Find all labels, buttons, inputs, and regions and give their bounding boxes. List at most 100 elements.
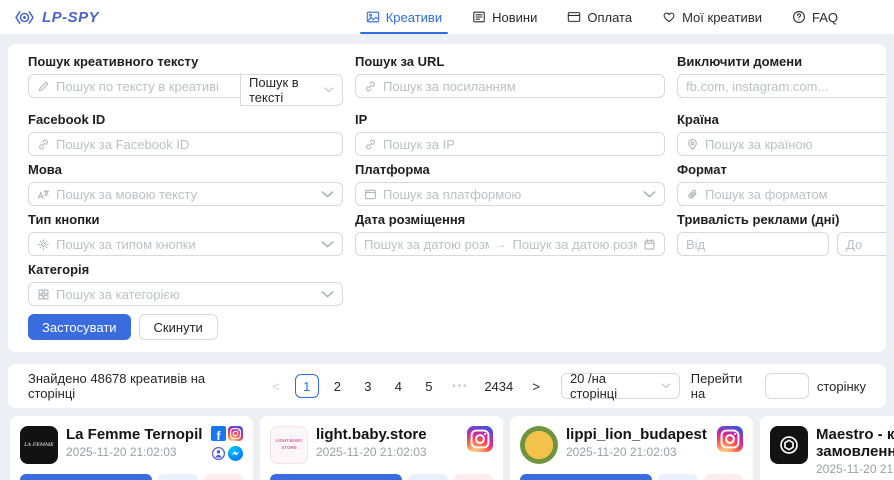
creative-card[interactable]: Maestro - кухні, ме замовлення в Ужг 202…: [760, 416, 894, 480]
page-button-2[interactable]: 2: [326, 374, 350, 398]
duration-to-wrap: [837, 232, 886, 256]
chevron-down-icon: [321, 288, 334, 301]
mode-select-value: Пошук в тексті: [249, 75, 318, 105]
page-button-3[interactable]: 3: [356, 374, 380, 398]
nav-item-creatives[interactable]: Креативи: [366, 0, 442, 34]
app-logo[interactable]: LP-SPY: [12, 9, 99, 26]
view-button[interactable]: [158, 474, 198, 480]
creative-text-input[interactable]: [56, 79, 232, 94]
language-input[interactable]: [56, 187, 315, 202]
button-type-select[interactable]: [28, 232, 343, 256]
field-country: Країна: [677, 112, 886, 156]
page-size-value: 20 /на сторінці: [570, 371, 655, 401]
favorite-button[interactable]: [454, 474, 494, 480]
url-input[interactable]: [383, 79, 656, 94]
field-creative-text: Пошук креативного тексту Пошук в тексті: [28, 54, 343, 106]
platform-input[interactable]: [383, 187, 637, 202]
view-button[interactable]: [658, 474, 698, 480]
grid-icon: [37, 288, 50, 301]
button-type-input[interactable]: [56, 237, 315, 252]
nav-label: Оплата: [587, 10, 632, 25]
format-input[interactable]: [705, 187, 886, 202]
field-language: Мова: [28, 162, 343, 206]
exclude-domains-input-wrap: [677, 74, 886, 98]
field-label: Країна: [677, 112, 886, 127]
category-input[interactable]: [56, 287, 315, 302]
page-button-4[interactable]: 4: [387, 374, 411, 398]
page-button-5[interactable]: 5: [417, 374, 441, 398]
page-ellipsis[interactable]: •••: [448, 381, 473, 392]
favorite-button[interactable]: [704, 474, 744, 480]
days-active-button[interactable]: 3 days: [270, 474, 402, 480]
avatar: LA FEMME: [20, 426, 58, 464]
instagram-icon: [467, 426, 493, 452]
arrow-right-icon: →: [495, 237, 507, 251]
date-from-input[interactable]: [364, 237, 489, 252]
calendar-icon: [643, 238, 656, 251]
nav-item-my-creatives[interactable]: Мої креативи: [662, 0, 762, 34]
credit-card-icon: [567, 10, 581, 24]
news-icon: [472, 10, 486, 24]
country-input-wrap: [677, 132, 886, 156]
field-label: Пошук креативного тексту: [28, 54, 343, 69]
messenger-icon: [228, 446, 243, 461]
page-button-1[interactable]: 1: [295, 374, 319, 398]
duration-from-input[interactable]: [686, 237, 820, 252]
maestro-logo-icon: [778, 434, 800, 456]
facebook-id-input[interactable]: [56, 137, 334, 152]
gear-icon: [37, 238, 50, 251]
ip-input[interactable]: [383, 137, 656, 152]
creative-card[interactable]: LA FEMME La Femme Ternopil 2025-11-20 21…: [10, 416, 253, 480]
field-platform: Платформа: [355, 162, 665, 206]
duration-to-input[interactable]: [846, 237, 886, 252]
facebook-id-input-wrap: [28, 132, 343, 156]
exclude-domains-input[interactable]: [686, 79, 886, 94]
page-button-last[interactable]: 2434: [480, 374, 517, 398]
creative-card[interactable]: LIGHT.BABY STORE light.baby.store 2025-1…: [260, 416, 503, 480]
card-date: 2025-11-20 21:02:03: [566, 445, 709, 459]
nav-item-news[interactable]: Новини: [472, 0, 537, 34]
platform-select[interactable]: [355, 182, 665, 206]
apply-button[interactable]: Застосувати: [28, 314, 131, 340]
nav-label: FAQ: [812, 10, 838, 25]
link-icon: [37, 138, 50, 151]
field-label: Дата розміщення: [355, 212, 665, 227]
card-title: light.baby.store: [316, 426, 459, 443]
pencil-icon: [37, 80, 50, 93]
favorite-button[interactable]: [204, 474, 244, 480]
ip-input-wrap: [355, 132, 665, 156]
filter-panel: Пошук креативного тексту Пошук в тексті …: [8, 44, 886, 352]
chevron-down-icon: [321, 188, 334, 201]
field-label: Тривалість реклами (дні): [677, 212, 886, 227]
language-select[interactable]: [28, 182, 343, 206]
field-format: Формат: [677, 162, 886, 206]
page-size-select[interactable]: 20 /на сторінці: [561, 373, 680, 399]
goto-suffix-label: сторінку: [817, 379, 866, 394]
field-label: Виключити домени: [677, 54, 886, 69]
prev-page-button[interactable]: <: [264, 374, 288, 398]
location-pin-icon: [686, 138, 699, 151]
nav-label: Новини: [492, 10, 537, 25]
card-title-line2: замовлення в Ужг: [816, 443, 894, 460]
country-input[interactable]: [705, 137, 886, 152]
field-label: Facebook ID: [28, 112, 343, 127]
card-date: 2025-11-20 21:02:03: [66, 445, 203, 459]
field-label: Категорія: [28, 262, 343, 277]
card-date: 2025-11-20 21:02:03: [816, 462, 894, 476]
text-search-mode-select[interactable]: Пошук в тексті: [240, 74, 343, 106]
next-page-button[interactable]: >: [524, 374, 548, 398]
nav-item-faq[interactable]: FAQ: [792, 0, 838, 34]
creative-card[interactable]: lippi_lion_budapest 2025-11-20 21:02:03 …: [510, 416, 753, 480]
nav-label: Креативи: [386, 10, 442, 25]
reset-button[interactable]: Скинути: [139, 314, 218, 340]
paperclip-icon: [686, 188, 699, 201]
date-to-input[interactable]: [513, 237, 638, 252]
days-active-button[interactable]: 0 days: [520, 474, 652, 480]
goto-page-input[interactable]: [765, 373, 809, 399]
category-select[interactable]: [28, 282, 343, 306]
view-button[interactable]: [408, 474, 448, 480]
days-active-button[interactable]: 3 days: [20, 474, 152, 480]
nav-item-payment[interactable]: Оплата: [567, 0, 632, 34]
date-range-picker[interactable]: →: [355, 232, 665, 256]
results-count: Знайдено 48678 креативів на сторінці: [28, 371, 251, 401]
